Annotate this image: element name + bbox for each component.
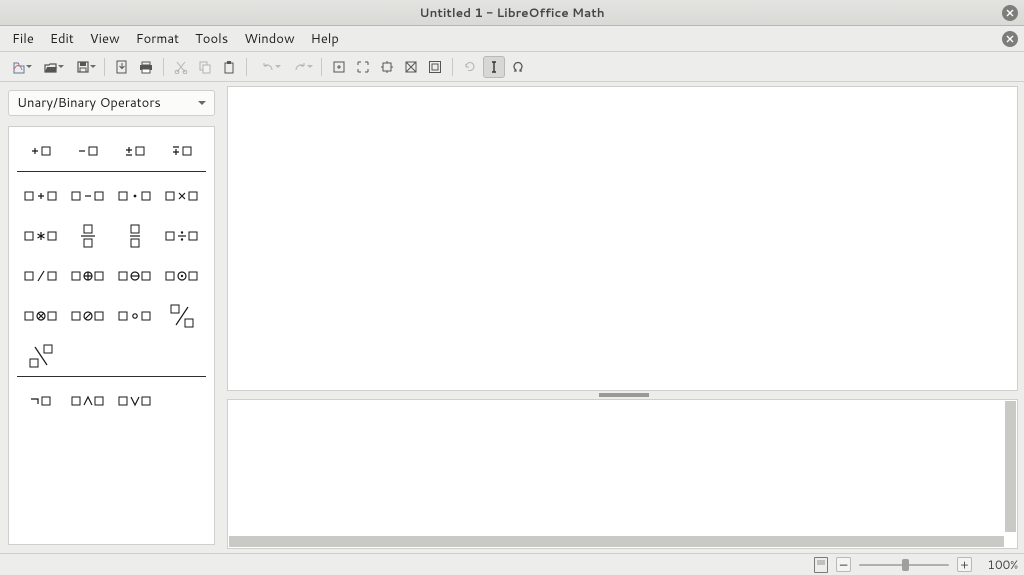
zoom-100-button[interactable] [400, 56, 422, 78]
formula-preview[interactable] [227, 86, 1018, 391]
save-button[interactable] [68, 56, 98, 78]
menu-format[interactable]: Format [128, 27, 187, 51]
cut-button [170, 56, 192, 78]
op-otimes[interactable] [17, 302, 64, 330]
print-button[interactable] [135, 56, 157, 78]
cell-empty [112, 342, 159, 370]
op-div[interactable] [159, 222, 206, 250]
commands-editor-frame [227, 399, 1018, 549]
toolbar-separator [163, 58, 164, 76]
menu-bar: File Edit View Format Tools Window Help [0, 26, 1024, 52]
window-close-button[interactable] [1002, 5, 1018, 21]
menu-file[interactable]: File [4, 27, 42, 51]
menu-help[interactable]: Help [303, 27, 347, 51]
zoom-in-button[interactable] [352, 56, 374, 78]
zoom-controls: − + 100% [814, 554, 1018, 575]
menu-edit[interactable]: Edit [42, 27, 82, 51]
commands-editor[interactable] [228, 400, 1017, 548]
toolbar-separator [321, 58, 322, 76]
cell-empty [159, 342, 206, 370]
toolbar-separator [104, 58, 105, 76]
op-sub[interactable] [64, 182, 111, 210]
palette-divider [17, 376, 206, 377]
op-neg[interactable] [17, 387, 64, 415]
copy-button [194, 56, 216, 78]
document-close-button[interactable] [1002, 31, 1018, 47]
zoom-slider[interactable] [859, 562, 949, 568]
op-times[interactable] [159, 182, 206, 210]
op-odot[interactable] [159, 262, 206, 290]
op-and[interactable] [64, 387, 111, 415]
op-or[interactable] [112, 387, 159, 415]
op-slash[interactable] [17, 262, 64, 290]
op-ast[interactable] [17, 222, 64, 250]
redo-button [285, 56, 315, 78]
menu-window[interactable]: Window [236, 27, 302, 51]
op-minus[interactable] [64, 137, 111, 165]
update-button [459, 56, 481, 78]
zoom-out-button[interactable] [376, 56, 398, 78]
page-layout-icon[interactable] [814, 557, 828, 573]
zoom-in-button[interactable]: + [957, 557, 972, 572]
elements-panel: Unary/Binary Operators [0, 82, 223, 553]
category-select[interactable]: Unary/Binary Operators [8, 90, 215, 116]
op-wideslash[interactable] [159, 302, 206, 330]
symbols-button[interactable] [507, 56, 529, 78]
op-cdot[interactable] [112, 182, 159, 210]
palette-divider [17, 171, 206, 172]
undo-button [253, 56, 283, 78]
op-plusminus[interactable] [112, 137, 159, 165]
standard-toolbar [0, 52, 1024, 82]
op-over[interactable] [112, 222, 159, 250]
op-add[interactable] [17, 182, 64, 210]
menu-view[interactable]: View [82, 27, 128, 51]
menu-tools[interactable]: Tools [187, 27, 236, 51]
op-circ[interactable] [112, 302, 159, 330]
workspace: Unary/Binary Operators [0, 82, 1024, 553]
zoom-whole-button[interactable] [328, 56, 350, 78]
show-all-button[interactable] [424, 56, 446, 78]
toolbar-separator [246, 58, 247, 76]
scrollbar-vertical[interactable] [1005, 401, 1016, 532]
cell-empty [159, 387, 206, 415]
toolbar-separator [452, 58, 453, 76]
operators-palette [8, 126, 215, 545]
chevron-down-icon [198, 101, 206, 109]
cell-empty [64, 342, 111, 370]
window-title: Untitled 1 - LibreOffice Math [0, 4, 1024, 21]
split-handle[interactable] [223, 391, 1024, 399]
right-pane [223, 82, 1024, 553]
zoom-percent[interactable]: 100% [980, 556, 1018, 573]
op-ominus[interactable] [112, 262, 159, 290]
zoom-out-button[interactable]: − [836, 557, 851, 572]
category-value: Unary/Binary Operators [17, 94, 161, 112]
scrollbar-horizontal[interactable] [229, 536, 1004, 547]
export-pdf-button[interactable] [111, 56, 133, 78]
op-frac[interactable] [64, 222, 111, 250]
status-bar: − + 100% [0, 553, 1024, 575]
title-bar: Untitled 1 - LibreOffice Math [0, 0, 1024, 26]
formula-cursor-button[interactable] [483, 56, 505, 78]
op-oslash[interactable] [64, 302, 111, 330]
op-widebslash[interactable] [17, 342, 64, 370]
paste-button[interactable] [218, 56, 240, 78]
op-oplus[interactable] [64, 262, 111, 290]
open-button[interactable] [36, 56, 66, 78]
op-plus[interactable] [17, 137, 64, 165]
new-button[interactable] [4, 56, 34, 78]
op-minusplus[interactable] [159, 137, 206, 165]
